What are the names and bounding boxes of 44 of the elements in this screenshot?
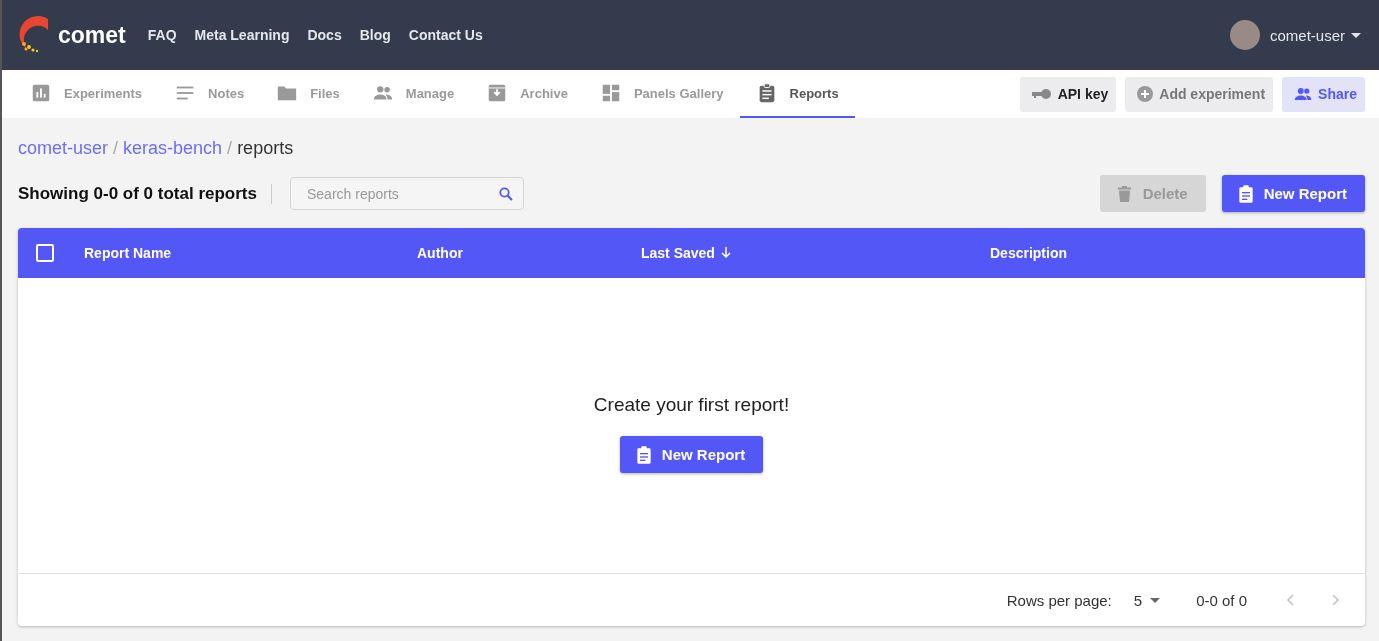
dropdown-caret-icon[interactable] [1351, 32, 1361, 38]
tab[interactable]: Reports [739, 70, 855, 118]
nav-link[interactable]: Blog [359, 27, 391, 43]
nav-link[interactable]: Meta Learning [194, 27, 290, 43]
column-header[interactable]: Last Saved [641, 245, 990, 261]
empty-state-message: Create your first report! [593, 394, 790, 416]
breadcrumb-link[interactable]: keras-bench [123, 138, 223, 159]
add-button[interactable]: Add experiment [1125, 76, 1274, 112]
trash-icon [1117, 185, 1131, 202]
tab[interactable]: Panels Gallery [583, 70, 740, 118]
tab[interactable]: Experiments [14, 70, 159, 118]
user-name[interactable]: comet-user [1269, 26, 1345, 44]
breadcrumb-separator: / [227, 138, 233, 159]
clipboard-icon [635, 445, 652, 464]
column-header[interactable]: Description [990, 245, 1365, 261]
new-report-button[interactable]: New Report [619, 436, 764, 473]
column-header[interactable]: Report Name [84, 245, 417, 261]
key-button[interactable]: API key [1019, 76, 1117, 112]
add-circle-icon [1137, 86, 1154, 102]
bar-chart-icon [30, 82, 52, 104]
tab[interactable]: Archive [470, 70, 584, 118]
nav-link[interactable]: Contact Us [408, 27, 483, 43]
breadcrumb-separator: / [113, 138, 119, 159]
tab[interactable]: Files [260, 70, 356, 118]
brand-name[interactable]: comet [58, 21, 126, 49]
select-all-checkbox[interactable] [36, 244, 54, 262]
search-icon [498, 187, 513, 201]
people-icon [1294, 87, 1313, 101]
nav-link[interactable]: FAQ [147, 27, 177, 43]
tab[interactable]: Notes [158, 70, 261, 118]
new-report-button[interactable]: New Report [1221, 175, 1365, 212]
rows-per-page-select[interactable]: 5 [1133, 591, 1161, 609]
search-field[interactable]: Search reports [289, 177, 524, 210]
share-button[interactable]: Share [1282, 76, 1365, 112]
page-range: 0-0 of 0 [1196, 591, 1247, 609]
tab[interactable]: Manage [355, 70, 471, 118]
column-header[interactable]: Author [417, 245, 641, 261]
user-avatar[interactable] [1229, 20, 1260, 50]
rows-per-page-label: Rows per page: [1006, 591, 1112, 609]
clipboard-icon [1237, 184, 1254, 203]
nav-link[interactable]: Docs [307, 27, 342, 43]
key-icon [1031, 88, 1052, 100]
breadcrumb-link[interactable]: comet-user [18, 138, 109, 159]
results-summary: Showing 0-0 of 0 total reports [18, 183, 272, 204]
